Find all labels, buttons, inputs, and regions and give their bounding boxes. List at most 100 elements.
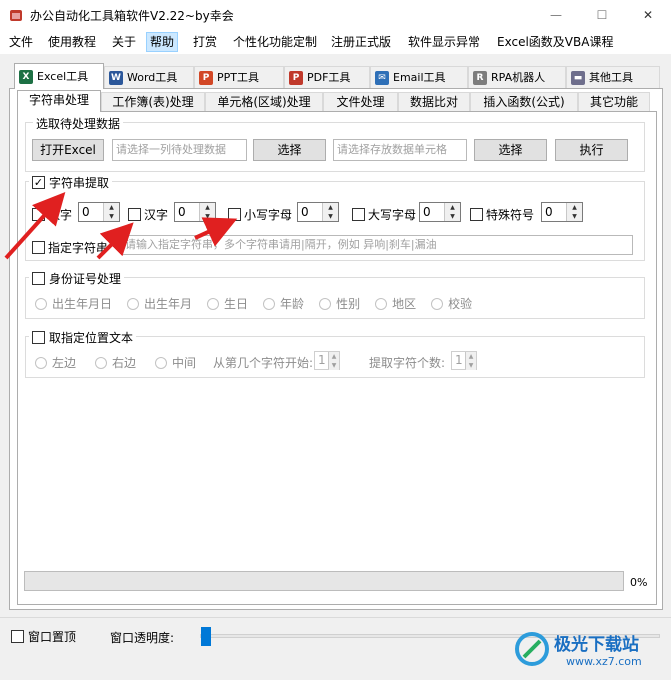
spin-up-icon[interactable]: ▲	[104, 203, 119, 212]
option-lowercase[interactable]: 小写字母	[228, 206, 292, 223]
menu-display-issue[interactable]: 软件显示异常	[405, 33, 483, 51]
subtab-workbook[interactable]: 工作簿(表)处理	[101, 92, 205, 111]
spin-down-icon[interactable]: ▼	[104, 212, 119, 221]
open-excel-button[interactable]: 打开Excel	[32, 139, 104, 161]
tab-email[interactable]: ✉ Email工具	[370, 66, 468, 88]
menu-tutorial[interactable]: 使用教程	[45, 33, 99, 51]
pdf-icon: P	[289, 70, 303, 85]
start-position-value[interactable]: 1	[315, 352, 328, 369]
lowercase-label: 小写字母	[244, 208, 293, 222]
lowercase-value[interactable]: 0	[298, 203, 322, 221]
subtab-file[interactable]: 文件处理	[323, 92, 398, 111]
tab-pdf[interactable]: P PDF工具	[284, 66, 370, 88]
birth-month-radio[interactable]	[127, 297, 140, 310]
char-count-value[interactable]: 1	[452, 352, 465, 369]
special-checkbox[interactable]	[470, 208, 483, 221]
uppercase-checkbox[interactable]	[352, 208, 365, 221]
close-button[interactable]: ✕	[625, 0, 671, 30]
birthday-radio[interactable]	[207, 297, 220, 310]
excel-icon: X	[19, 69, 33, 84]
option-special[interactable]: 特殊符号	[470, 206, 534, 223]
maximize-button[interactable]: ☐	[579, 0, 625, 30]
tab-excel[interactable]: X Excel工具	[14, 63, 104, 89]
subtab-other-functions[interactable]: 其它功能	[578, 92, 650, 111]
subtab-cell[interactable]: 单元格(区域)处理	[205, 92, 323, 111]
spin-down-icon[interactable]: ▼	[329, 361, 339, 370]
subtab-insert-function[interactable]: 插入函数(公式)	[470, 92, 578, 111]
option-digits[interactable]: 数字	[32, 206, 72, 223]
left-radio[interactable]	[35, 356, 47, 369]
menu-help[interactable]: 帮助	[146, 32, 179, 52]
menu-custom[interactable]: 个性化功能定制	[230, 33, 320, 51]
tab-ppt[interactable]: P PPT工具	[194, 66, 284, 88]
specified-string-input[interactable]: 请输入指定字符串，多个字符串请用|隔开，例如 异响|刹车|漏油	[121, 235, 633, 255]
spin-down-icon[interactable]: ▼	[200, 212, 215, 221]
special-spinner[interactable]: 0 ▲ ▼	[541, 202, 583, 222]
watermark-logo-icon	[515, 632, 549, 666]
uppercase-spinner[interactable]: 0 ▲ ▼	[419, 202, 461, 222]
spin-up-icon[interactable]: ▲	[323, 203, 338, 212]
tab-rpa[interactable]: R RPA机器人	[468, 66, 566, 88]
position-checkbox[interactable]	[32, 331, 45, 344]
tab-label: PDF工具	[307, 70, 351, 84]
menu-register[interactable]: 注册正式版	[328, 33, 394, 51]
robot-icon: R	[473, 70, 487, 85]
uppercase-value[interactable]: 0	[420, 203, 444, 221]
subtab-string[interactable]: 字符串处理	[17, 90, 101, 112]
chinese-spinner[interactable]: 0 ▲ ▼	[174, 202, 216, 222]
spin-down-icon[interactable]: ▼	[323, 212, 338, 221]
spin-down-icon[interactable]: ▼	[567, 212, 582, 221]
id-card-checkbox[interactable]	[32, 272, 45, 285]
digits-label: 数字	[48, 208, 73, 222]
gender-radio[interactable]	[319, 297, 332, 310]
birthdate-radio[interactable]	[35, 297, 47, 310]
spin-up-icon[interactable]: ▲	[466, 352, 476, 361]
special-value[interactable]: 0	[542, 203, 566, 221]
spin-up-icon[interactable]: ▲	[329, 352, 339, 361]
tab-other[interactable]: ▬ 其他工具	[566, 66, 660, 88]
digits-spinner[interactable]: 0 ▲ ▼	[78, 202, 120, 222]
right-radio[interactable]	[95, 356, 108, 369]
lowercase-spinner[interactable]: 0 ▲ ▼	[297, 202, 339, 222]
tab-label: Word工具	[127, 70, 178, 84]
select-target-button[interactable]: 选择	[474, 139, 547, 161]
tab-word[interactable]: W Word工具	[104, 66, 194, 88]
menu-vba-course[interactable]: Excel函数及VBA课程	[494, 33, 616, 51]
digits-checkbox[interactable]	[32, 208, 45, 221]
pin-window-option[interactable]: 窗口置顶	[11, 628, 76, 645]
birthdate-label: 出生年月日	[52, 297, 113, 311]
minimize-button[interactable]: —	[533, 0, 579, 30]
opacity-slider-thumb[interactable]	[201, 627, 211, 646]
spin-up-icon[interactable]: ▲	[200, 203, 215, 212]
spin-down-icon[interactable]: ▼	[445, 212, 460, 221]
spin-up-icon[interactable]: ▲	[567, 203, 582, 212]
specified-checkbox[interactable]	[32, 241, 45, 254]
chinese-value[interactable]: 0	[175, 203, 199, 221]
lowercase-checkbox[interactable]	[228, 208, 241, 221]
menu-about[interactable]: 关于	[109, 33, 139, 51]
option-specified[interactable]: 指定字符串	[32, 239, 108, 256]
target-cell-input[interactable]: 请选择存放数据单元格	[333, 139, 467, 161]
spin-up-icon[interactable]: ▲	[445, 203, 460, 212]
execute-button[interactable]: 执行	[555, 139, 628, 161]
digits-value[interactable]: 0	[79, 203, 103, 221]
start-position-spinner[interactable]: 1 ▲ ▼	[314, 351, 340, 370]
position-options: 左边 右边 中间 从第几个字符开始:	[35, 354, 313, 371]
option-uppercase[interactable]: 大写字母	[352, 206, 416, 223]
extract-checkbox[interactable]: ✓	[32, 176, 45, 189]
spin-down-icon[interactable]: ▼	[466, 361, 476, 370]
option-chinese[interactable]: 汉字	[128, 206, 168, 223]
start-position-label: 从第几个字符开始:	[213, 356, 314, 370]
age-radio[interactable]	[263, 297, 276, 310]
chinese-checkbox[interactable]	[128, 208, 141, 221]
char-count-spinner[interactable]: 1 ▲ ▼	[451, 351, 477, 370]
pin-window-checkbox[interactable]	[11, 630, 24, 643]
source-range-input[interactable]: 请选择一列待处理数据	[112, 139, 247, 161]
menu-file[interactable]: 文件	[6, 33, 36, 51]
select-source-button[interactable]: 选择	[253, 139, 326, 161]
verify-radio[interactable]	[431, 297, 444, 310]
menu-donate[interactable]: 打赏	[190, 33, 220, 51]
region-radio[interactable]	[375, 297, 388, 310]
middle-radio[interactable]	[155, 356, 168, 369]
subtab-compare[interactable]: 数据比对	[398, 92, 470, 111]
